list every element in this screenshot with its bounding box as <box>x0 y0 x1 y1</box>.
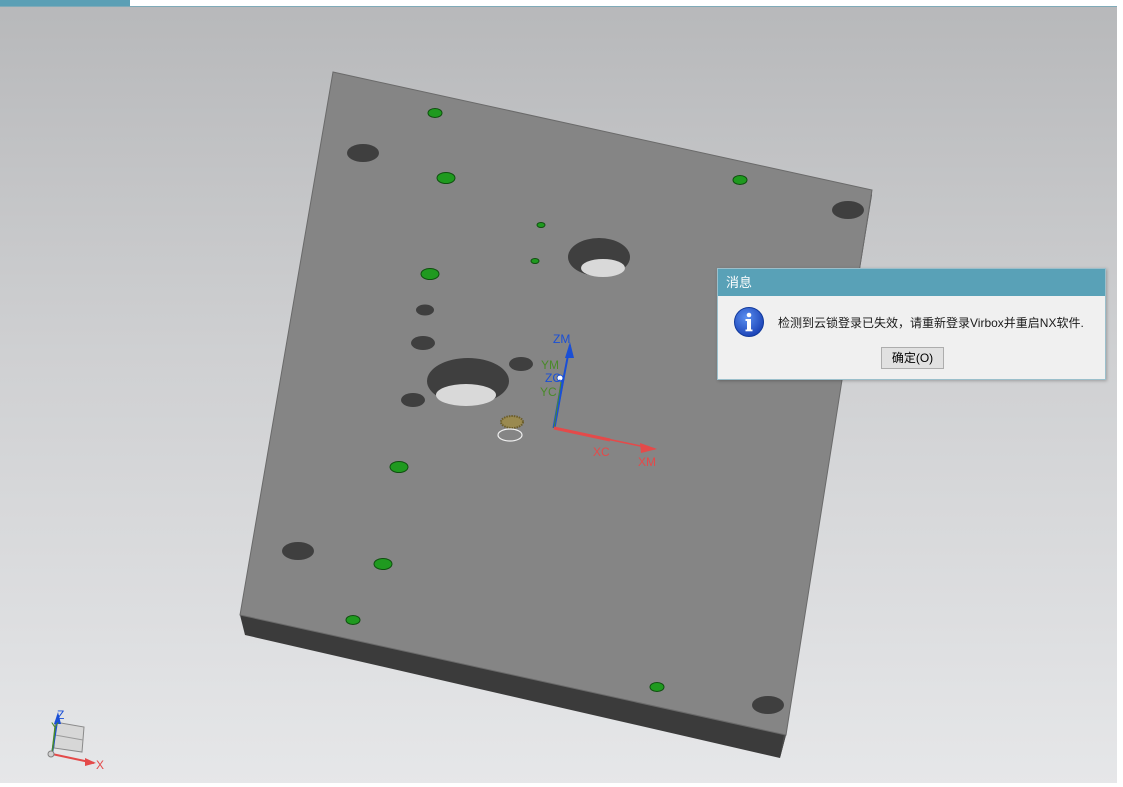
ok-button[interactable]: 确定(O) <box>881 347 944 369</box>
label-xc: XC <box>593 445 610 459</box>
triad-label-x: X <box>96 758 104 772</box>
right-border <box>1117 0 1123 787</box>
label-ym: YM <box>541 358 559 372</box>
label-zm: ZM <box>553 332 570 346</box>
message-dialog: 消息 检测到云锁登录已失效，请重新登录Virbox并重启NX软件. 确定(O) <box>717 268 1106 380</box>
info-icon <box>734 307 764 337</box>
bottom-border <box>0 783 1123 787</box>
model-scene[interactable]: ZM YM ZC YC XC XM Z Y X <box>0 0 1117 783</box>
dialog-title[interactable]: 消息 <box>718 269 1105 296</box>
dialog-message: 检测到云锁登录已失效，请重新登录Virbox并重启NX软件. <box>778 316 1084 330</box>
label-yc: YC <box>540 385 557 399</box>
view-triad[interactable]: Z Y X <box>47 708 104 772</box>
plate-top-face <box>239 71 873 736</box>
label-zc: ZC <box>545 371 561 385</box>
graphics-viewport[interactable]: ZM YM ZC YC XC XM Z Y X 消息 检测到云锁登录已失效，请重… <box>0 0 1123 787</box>
triad-label-y: Y <box>51 720 59 734</box>
label-xm: XM <box>638 455 656 469</box>
